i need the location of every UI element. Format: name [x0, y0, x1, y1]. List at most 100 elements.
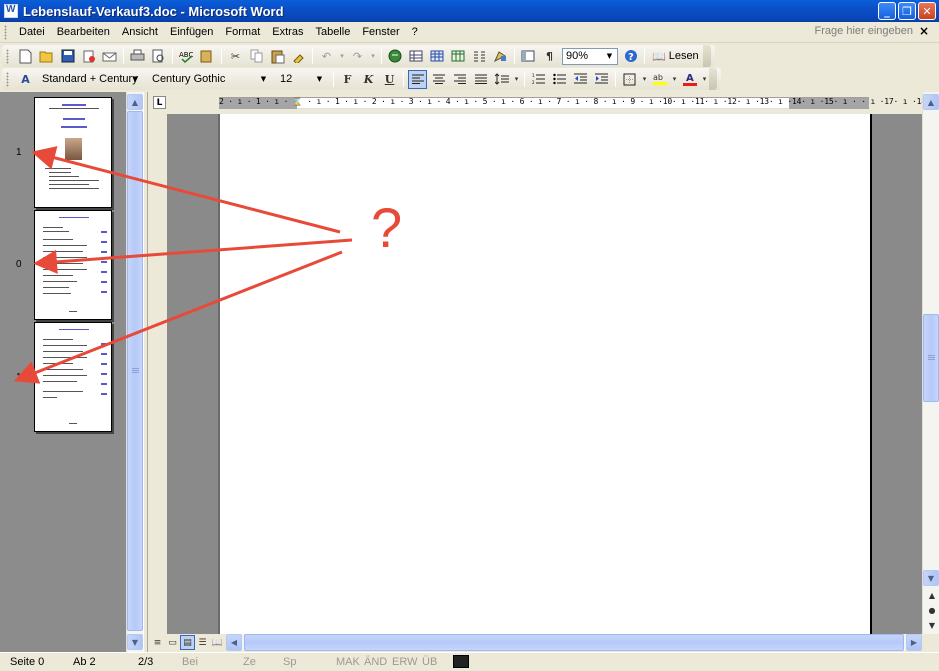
insert-table-icon[interactable]	[428, 47, 447, 66]
undo-dropdown-icon[interactable]: ▾	[338, 47, 346, 66]
scroll-down-icon[interactable]: ▼	[923, 570, 939, 586]
menu-help[interactable]: ?	[406, 23, 424, 41]
font-color-icon[interactable]: A	[680, 70, 699, 89]
cut-icon[interactable]: ✂	[226, 47, 245, 66]
toolbar-options-icon[interactable]	[702, 45, 711, 67]
document-scrollbar[interactable]: ▲ ▼ ▲ ● ▼	[922, 92, 939, 634]
menu-ansicht[interactable]: Ansicht	[116, 23, 164, 41]
new-document-icon[interactable]	[16, 47, 35, 66]
menu-datei[interactable]: Datei	[13, 23, 51, 41]
print-layout-icon[interactable]: ▤	[180, 635, 195, 650]
browse-object-icon[interactable]: ●	[924, 603, 939, 617]
status-macro-recorder[interactable]: MAK	[336, 656, 360, 668]
line-spacing-dropdown-icon[interactable]: ▾	[513, 70, 520, 89]
save-icon[interactable]	[58, 47, 77, 66]
print-preview-icon[interactable]	[149, 47, 168, 66]
open-icon[interactable]	[37, 47, 56, 66]
document-page[interactable]	[220, 114, 872, 634]
horizontal-ruler[interactable]: 2 · ı · 1 · ı · ⌛ · ı · 1 · ı · 2 · ı · …	[219, 97, 931, 109]
style-combo[interactable]: Standard + Century ▼	[38, 71, 144, 88]
borders-icon[interactable]	[620, 70, 639, 89]
bullets-icon[interactable]	[550, 70, 569, 89]
menubar-grip[interactable]	[4, 24, 7, 40]
font-size-combo[interactable]: 12 ▼	[276, 71, 328, 88]
scroll-left-icon[interactable]: ◀	[226, 634, 242, 651]
highlight-dropdown-icon[interactable]: ▾	[671, 70, 678, 89]
status-overtype[interactable]: ÜB	[422, 656, 437, 668]
tab-selector[interactable]: L	[153, 96, 166, 109]
status-track-changes[interactable]: ÄND	[364, 656, 387, 668]
print-icon[interactable]	[128, 47, 147, 66]
email-icon[interactable]	[100, 47, 119, 66]
tables-borders-icon[interactable]	[407, 47, 426, 66]
permission-icon[interactable]	[79, 47, 98, 66]
previous-page-icon[interactable]: ▲	[924, 588, 939, 602]
spelling-status-icon[interactable]	[453, 655, 469, 668]
minimize-button[interactable]: _	[878, 2, 896, 20]
decrease-indent-icon[interactable]	[571, 70, 590, 89]
menu-einfuegen[interactable]: Einfügen	[164, 23, 219, 41]
borders-dropdown-icon[interactable]: ▾	[641, 70, 648, 89]
format-painter-icon[interactable]	[289, 47, 308, 66]
align-left-icon[interactable]	[408, 69, 427, 89]
document-scroll-thumb[interactable]	[923, 314, 939, 402]
font-size-dropdown-icon[interactable]: ▼	[313, 73, 326, 86]
toolbar-grip[interactable]	[6, 48, 9, 64]
reading-layout-icon[interactable]: 📖	[210, 635, 225, 650]
zoom-combo[interactable]: 90% ▼	[562, 47, 618, 65]
close-button[interactable]: ✕	[918, 2, 936, 20]
web-layout-icon[interactable]: ▭	[165, 635, 180, 650]
bold-button[interactable]: F	[338, 70, 357, 89]
page-thumbnail-1[interactable]	[34, 97, 112, 208]
help-icon[interactable]: ?	[621, 47, 640, 66]
toolbar-grip[interactable]	[6, 71, 9, 87]
align-right-icon[interactable]	[450, 70, 469, 89]
zoom-dropdown-icon[interactable]: ▼	[603, 50, 616, 63]
menu-extras[interactable]: Extras	[266, 23, 309, 41]
horizontal-scroll-thumb[interactable]	[244, 634, 904, 651]
restore-button[interactable]: ❐	[898, 2, 916, 20]
hyperlink-icon[interactable]	[386, 47, 405, 66]
spelling-icon[interactable]: ABC	[177, 47, 196, 66]
styles-formatting-icon[interactable]: A	[16, 70, 35, 89]
numbering-icon[interactable]: 12	[529, 70, 548, 89]
font-color-dropdown-icon[interactable]: ▾	[701, 70, 708, 89]
menu-fenster[interactable]: Fenster	[356, 23, 405, 41]
increase-indent-icon[interactable]	[592, 70, 611, 89]
font-combo[interactable]: Century Gothic ▼	[148, 71, 272, 88]
redo-dropdown-icon[interactable]: ▾	[369, 47, 377, 66]
thumbnail-scrollbar[interactable]: ▲ ▼	[126, 92, 143, 652]
menu-bearbeiten[interactable]: Bearbeiten	[51, 23, 116, 41]
justify-icon[interactable]	[471, 70, 490, 89]
horizontal-scrollbar[interactable]: ◀ ▶	[226, 634, 922, 651]
copy-icon[interactable]	[247, 47, 266, 66]
style-dropdown-icon[interactable]: ▼	[129, 73, 142, 86]
read-button[interactable]: 📖 Lesen	[648, 50, 703, 63]
toolbar-options-icon[interactable]	[709, 68, 717, 90]
line-spacing-icon[interactable]	[492, 70, 511, 89]
drawing-icon[interactable]	[491, 47, 510, 66]
status-extend[interactable]: ERW	[392, 656, 417, 668]
scroll-right-icon[interactable]: ▶	[906, 634, 922, 651]
scroll-down-icon[interactable]: ▼	[127, 634, 143, 650]
underline-button[interactable]: U	[380, 70, 399, 89]
menu-format[interactable]: Format	[219, 23, 266, 41]
show-formatting-icon[interactable]: ¶	[540, 47, 559, 66]
page-thumbnail-2[interactable]	[34, 210, 112, 320]
thumbnail-scroll-thumb[interactable]	[127, 111, 143, 631]
next-page-icon[interactable]: ▼	[924, 618, 939, 632]
scroll-up-icon[interactable]: ▲	[127, 94, 143, 110]
font-dropdown-icon[interactable]: ▼	[257, 73, 270, 86]
columns-icon[interactable]	[470, 47, 489, 66]
document-map-icon[interactable]	[519, 47, 538, 66]
undo-icon[interactable]: ↶	[317, 47, 336, 66]
italic-button[interactable]: K	[359, 70, 378, 89]
research-icon[interactable]	[198, 47, 217, 66]
word-app-icon[interactable]	[4, 4, 18, 18]
scroll-up-icon[interactable]: ▲	[923, 94, 939, 110]
redo-icon[interactable]: ↷	[348, 47, 367, 66]
normal-view-icon[interactable]: ≡	[150, 635, 165, 650]
align-center-icon[interactable]	[429, 70, 448, 89]
insert-excel-icon[interactable]	[449, 47, 468, 66]
help-search-input[interactable]: Frage hier eingeben	[815, 25, 913, 37]
